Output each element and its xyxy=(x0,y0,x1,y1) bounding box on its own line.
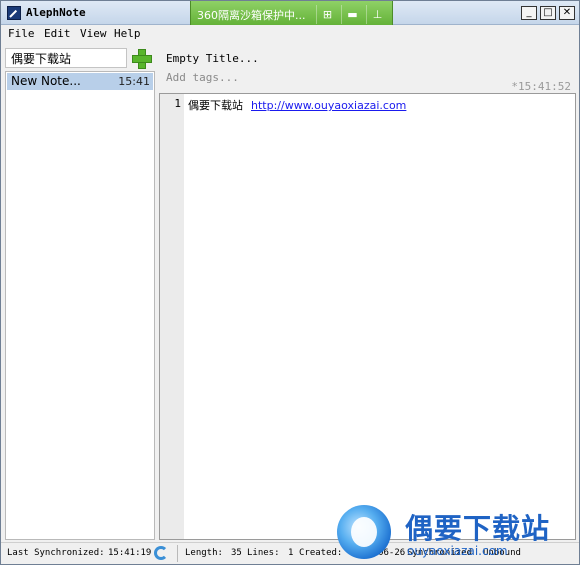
minimize-button[interactable]: _ xyxy=(521,6,537,20)
pin-icon[interactable]: ⊞ xyxy=(316,5,338,24)
pin-icon[interactable]: ⊥ xyxy=(366,5,388,24)
menu-edit[interactable]: Edit xyxy=(44,27,71,40)
tags-field[interactable]: Add tags... xyxy=(166,71,239,84)
last-sync-label: Last Synchronized: xyxy=(7,548,105,558)
folder-icon[interactable]: ▬ xyxy=(341,5,363,24)
line-number: 1 xyxy=(174,97,181,110)
window-title: AlephNote xyxy=(26,6,86,19)
last-sync-time: 15:41:19 xyxy=(108,548,152,558)
add-note-icon[interactable] xyxy=(131,48,152,69)
list-item[interactable]: New Note... 15:41 xyxy=(7,73,153,90)
line-link[interactable]: http://www.ouyaoxiazai.com xyxy=(251,99,406,112)
created-label: Created: xyxy=(299,548,343,558)
menu-file[interactable]: File xyxy=(8,27,35,40)
length-value: 35 xyxy=(231,548,242,558)
menu-bar: File Edit View Help xyxy=(1,25,579,43)
note-title-field[interactable]: Empty Title... xyxy=(166,52,259,65)
watermark: 偶要下载站 ouyaoxiazai.com xyxy=(337,501,577,564)
editor-line[interactable]: 偶要下载站 http://www.ouyaoxiazai.com xyxy=(188,97,406,113)
search-input[interactable] xyxy=(5,48,127,68)
menu-view[interactable]: View xyxy=(80,27,107,40)
app-icon xyxy=(7,6,21,20)
notes-sidebar: New Note... 15:41 xyxy=(5,45,155,540)
length-label: Length: xyxy=(185,548,223,558)
note-editor[interactable]: 1 偶要下载站 http://www.ouyaoxiazai.com xyxy=(159,93,576,540)
sandbox-text: 360隔离沙箱保护中... xyxy=(197,9,306,22)
note-title: New Note... xyxy=(11,74,81,88)
note-list[interactable]: New Note... 15:41 xyxy=(5,71,155,540)
note-time: 15:41 xyxy=(118,75,150,88)
sync-icon[interactable] xyxy=(154,546,168,560)
maximize-button[interactable]: □ xyxy=(540,6,556,20)
close-button[interactable]: ✕ xyxy=(559,6,575,20)
status-divider xyxy=(177,545,178,562)
modified-time: *15:41:52 xyxy=(511,80,571,93)
watermark-brand: 偶要下载站 xyxy=(405,512,551,545)
lines-value: 1 xyxy=(288,548,294,558)
line-text: 偶要下载站 xyxy=(188,99,243,112)
watermark-url: ouyaoxiazai.com xyxy=(407,544,508,558)
line-gutter: 1 xyxy=(160,94,184,539)
lines-label: Lines: xyxy=(247,548,280,558)
app-window: AlephNote _ □ ✕ 360隔离沙箱保护中... ⊞ ▬ ⊥ File… xyxy=(0,0,580,565)
brand-logo-icon xyxy=(337,505,391,559)
menu-help[interactable]: Help xyxy=(114,27,141,40)
